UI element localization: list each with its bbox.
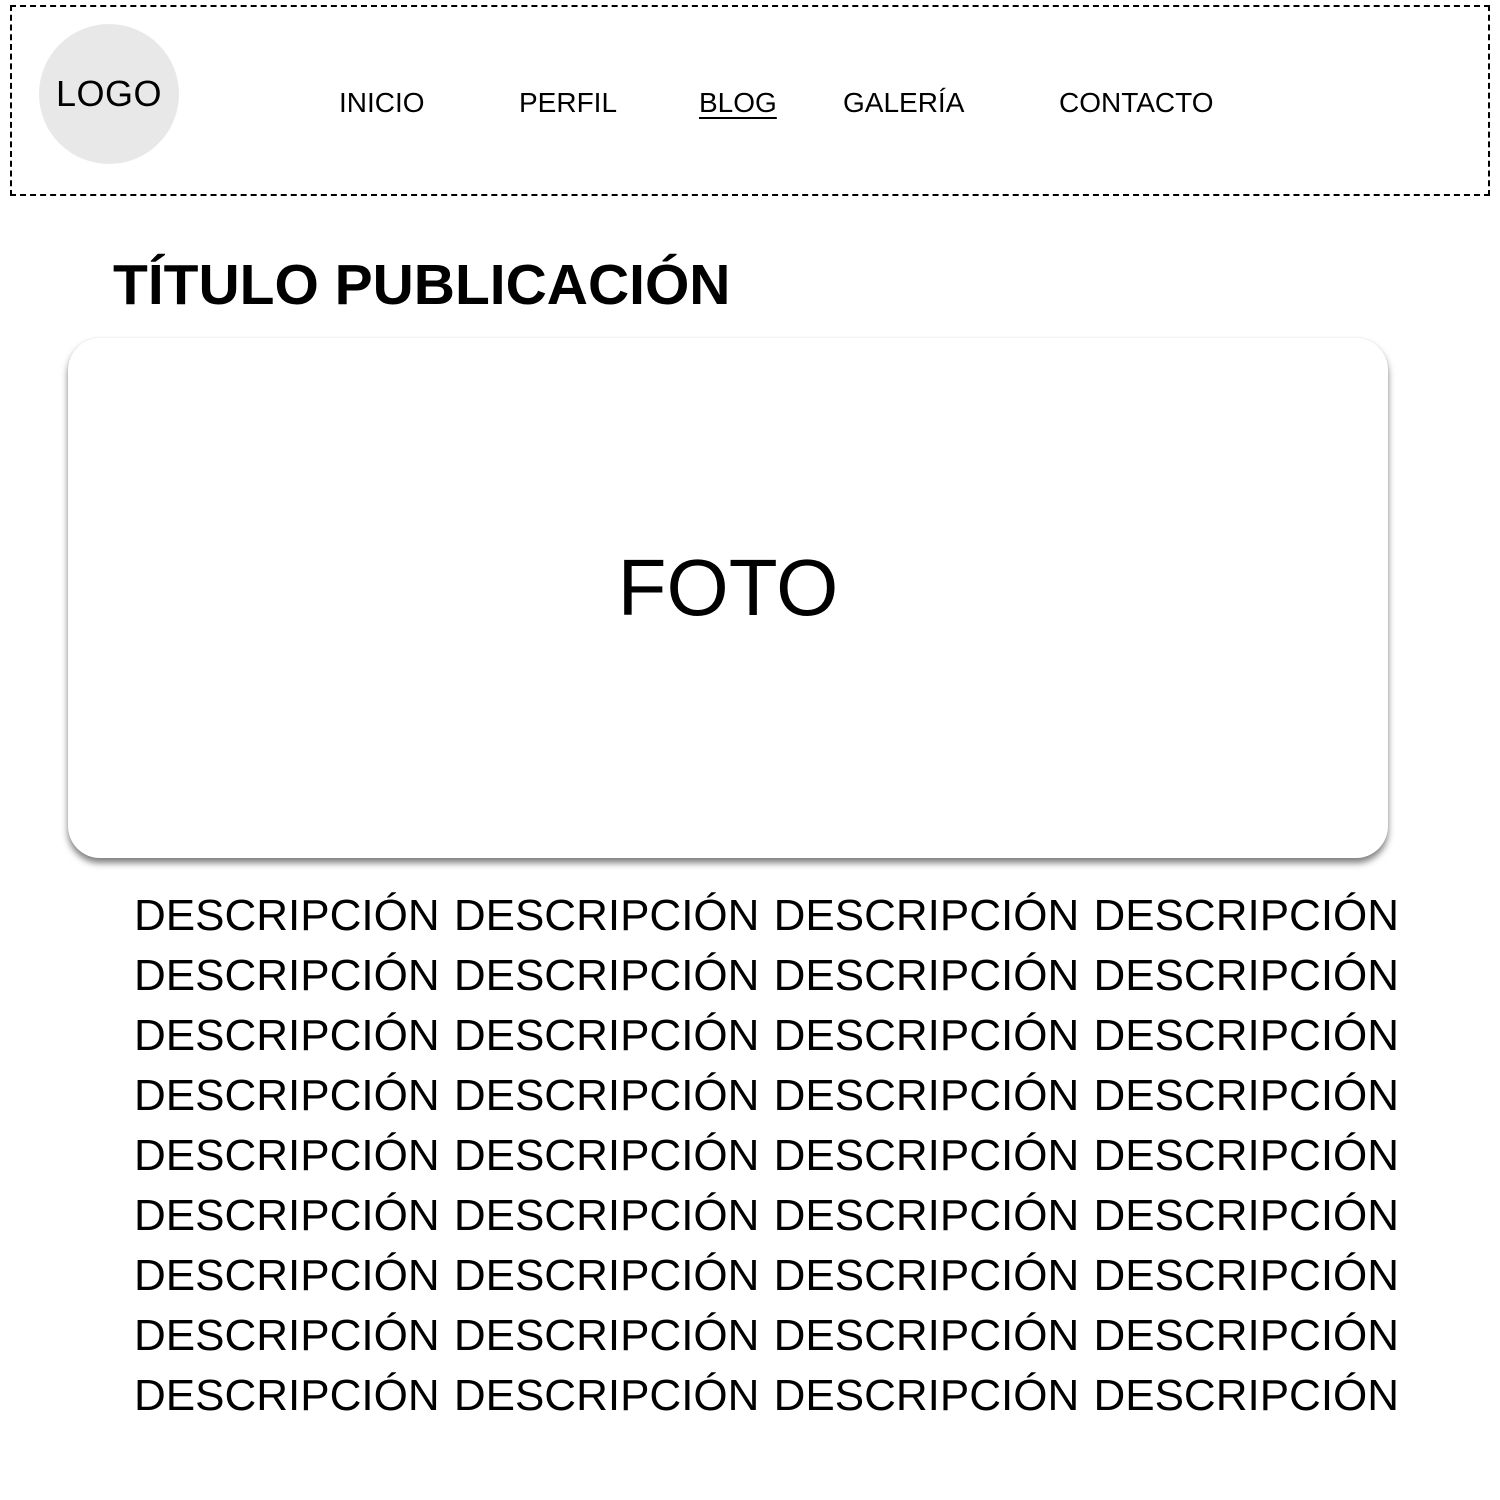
- nav-item-contacto[interactable]: CONTACTO: [1059, 89, 1214, 117]
- description-line: DESCRIPCIÓN DESCRIPCIÓN DESCRIPCIÓN DESC…: [134, 1371, 1400, 1420]
- description-line: DESCRIPCIÓN DESCRIPCIÓN DESCRIPCIÓN DESC…: [134, 1191, 1400, 1240]
- logo[interactable]: LOGO: [39, 24, 179, 164]
- post-photo[interactable]: FOTO: [68, 338, 1388, 858]
- nav-item-inicio[interactable]: INICIO: [339, 89, 425, 117]
- description-line: DESCRIPCIÓN DESCRIPCIÓN DESCRIPCIÓN DESC…: [134, 1311, 1400, 1360]
- photo-placeholder-label: FOTO: [617, 543, 839, 632]
- description-line: DESCRIPCIÓN DESCRIPCIÓN DESCRIPCIÓN DESC…: [134, 951, 1400, 1000]
- description-line: DESCRIPCIÓN DESCRIPCIÓN DESCRIPCIÓN DESC…: [134, 891, 1400, 940]
- description-line: DESCRIPCIÓN DESCRIPCIÓN DESCRIPCIÓN DESC…: [134, 1251, 1400, 1300]
- nav-item-perfil[interactable]: PERFIL: [519, 89, 617, 117]
- post-description: DESCRIPCIÓN DESCRIPCIÓN DESCRIPCIÓN DESC…: [134, 886, 1400, 1426]
- logo-text: LOGO: [55, 73, 163, 114]
- description-line: DESCRIPCIÓN DESCRIPCIÓN DESCRIPCIÓN DESC…: [134, 1131, 1400, 1180]
- description-line: DESCRIPCIÓN DESCRIPCIÓN DESCRIPCIÓN DESC…: [134, 1071, 1400, 1120]
- post-title: TÍTULO PUBLICACIÓN: [113, 253, 731, 317]
- description-line: DESCRIPCIÓN DESCRIPCIÓN DESCRIPCIÓN DESC…: [134, 1011, 1400, 1060]
- nav-item-blog[interactable]: BLOG: [699, 89, 777, 117]
- nav-item-galeria[interactable]: GALERÍA: [843, 89, 964, 117]
- site-header: LOGO INICIO PERFIL BLOG GALERÍA CONTACTO: [10, 5, 1490, 196]
